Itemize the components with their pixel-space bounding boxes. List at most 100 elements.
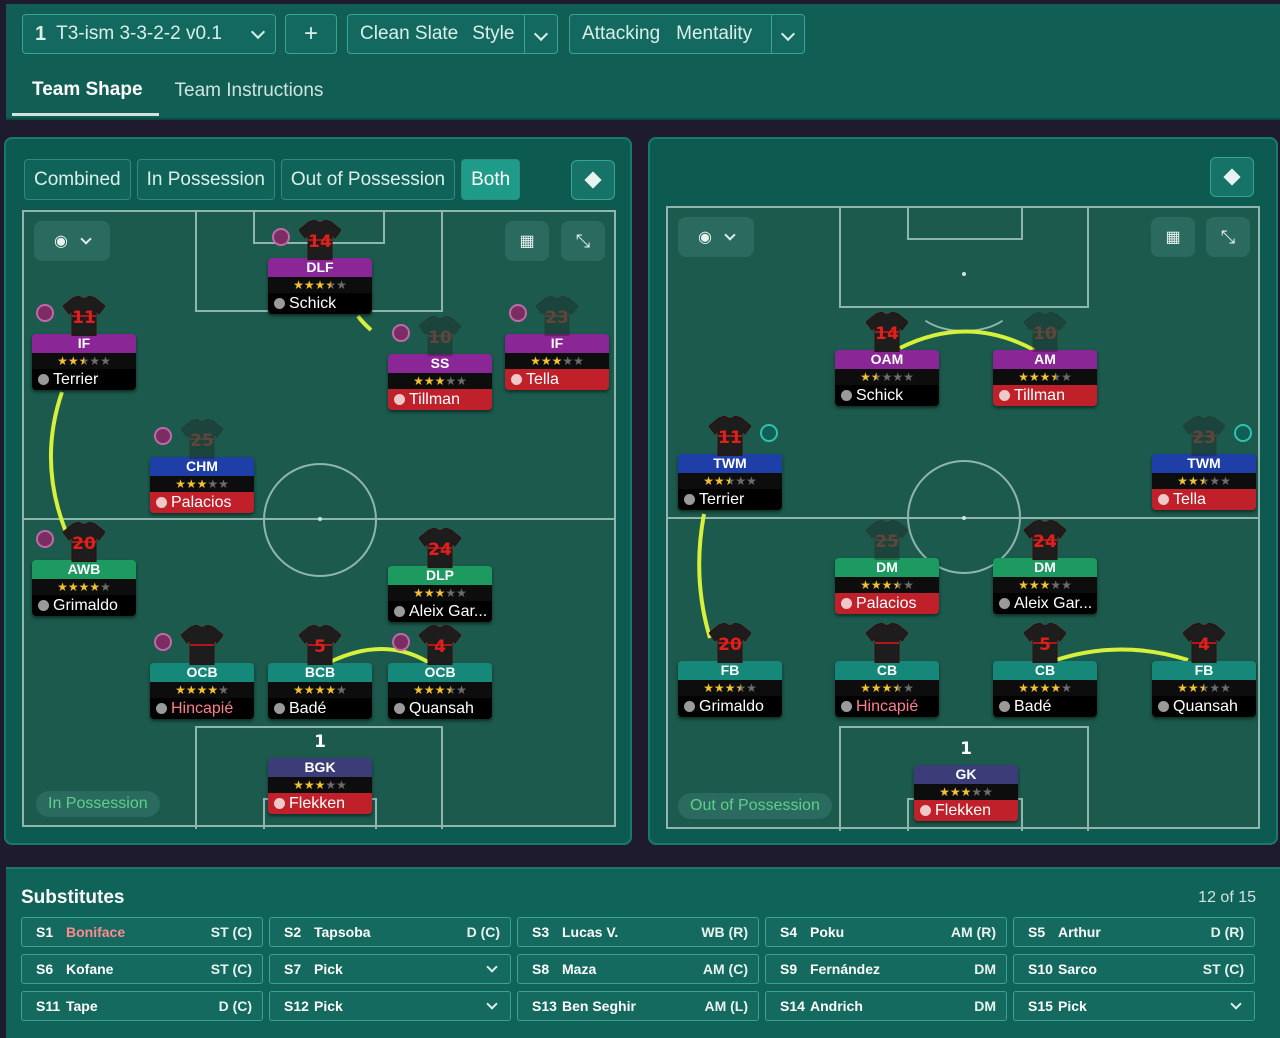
role-rating-stars: ★★★★★ (678, 473, 782, 489)
shirt-icon (865, 622, 909, 664)
tab-team-shape[interactable]: Team Shape (12, 66, 159, 116)
substitute-slot-s1[interactable]: S1 Boniface ST (C) (21, 917, 263, 947)
substitute-slot-s4[interactable]: S4 Poku AM (R) (765, 917, 1007, 947)
player-card[interactable]: 23 TWM ★★★★★ Tella (1152, 415, 1256, 510)
mentality-selector[interactable]: Attacking Mentality (569, 14, 805, 54)
chevron-down-icon (780, 26, 796, 42)
instruction-marker-icon (272, 228, 290, 246)
player-card[interactable]: 10 SS ★★★★★ Tillman (388, 315, 492, 410)
player-avatar-icon (841, 390, 852, 401)
substitute-position: AM (L) (704, 998, 748, 1014)
tab-team-instructions[interactable]: Team Instructions (159, 66, 340, 116)
substitute-name: Kofane (66, 961, 114, 977)
view-mode-in-possession[interactable]: In Possession (136, 159, 275, 200)
in-possession-panel: Combined In Possession Out of Possession… (4, 137, 632, 845)
shirt-icon: 5 (1023, 622, 1067, 664)
view-mode-both[interactable]: Both (461, 159, 521, 200)
expand-button[interactable]: ⤡ (561, 221, 605, 261)
player-avatar-icon (38, 374, 49, 385)
substitute-slot-s7[interactable]: S7 Pick (269, 954, 511, 984)
shirt-icon: 11 (708, 415, 752, 457)
player-card[interactable]: 20 FB ★★★★★ Grimaldo (678, 622, 782, 717)
player-name: Quansah (1173, 698, 1238, 715)
player-card[interactable]: 4 FB ★★★★★ Quansah (1152, 622, 1256, 717)
shirt-icon: 14 (298, 219, 342, 261)
player-card[interactable]: 1 BGK ★★★★★ Flekken (268, 732, 372, 814)
expand-button[interactable]: ⤡ (1206, 217, 1250, 257)
player-card[interactable]: 24 DM ★★★★★ Aleix Gar... (993, 519, 1097, 614)
substitute-name: Arthur (1058, 924, 1101, 940)
substitute-slot-s12[interactable]: S12 Pick (269, 991, 511, 1021)
player-role: OCB (388, 663, 492, 682)
shirt-number: 5 (1039, 635, 1051, 655)
player-card[interactable]: 23 IF ★★★★★ Tella (505, 295, 609, 390)
substitute-slot-s15[interactable]: S15 Pick (1013, 991, 1255, 1021)
role-rating-stars: ★★★★★ (150, 682, 254, 698)
formation-toggle-button[interactable] (1210, 157, 1254, 197)
player-card[interactable]: 25 DM ★★★★★ Palacios (835, 519, 939, 614)
substitute-slot-s11[interactable]: S11 Tape D (C) (21, 991, 263, 1021)
visibility-toggle[interactable]: ◉ (678, 217, 754, 257)
pitch-in-possession: ◉ ▦ ⤡ In Possession 14 DLF ★★★★★ Schick … (22, 210, 616, 829)
player-name: Tella (526, 371, 559, 388)
add-tactic-button[interactable]: + (285, 14, 337, 54)
substitute-slot-s3[interactable]: S3 Lucas V. WB (R) (517, 917, 759, 947)
substitute-slot-label: S6 (36, 961, 54, 977)
view-mode-combined[interactable]: Combined (24, 159, 131, 200)
substitute-slot-s2[interactable]: S2 Tapsoba D (C) (269, 917, 511, 947)
player-role: GK (914, 765, 1018, 784)
formation-toggle-button[interactable] (571, 160, 615, 200)
player-role: DM (993, 558, 1097, 577)
player-role: BGK (268, 758, 372, 777)
visibility-toggle[interactable]: ◉ (34, 221, 110, 261)
player-card[interactable]: 10 AM ★★★★★ Tillman (993, 311, 1097, 406)
shirt-icon: 23 (535, 295, 579, 337)
view-mode-out-of-possession[interactable]: Out of Possession (280, 159, 456, 200)
player-card[interactable]: 1 GK ★★★★★ Flekken (914, 739, 1018, 821)
player-role: FB (1152, 661, 1256, 680)
player-card[interactable]: 24 DLP ★★★★★ Aleix Gar... (388, 527, 492, 622)
shirt-icon: 5 (298, 624, 342, 666)
player-role: AWB (32, 560, 136, 579)
substitute-slot-label: S7 (284, 961, 302, 977)
player-name: Grimaldo (53, 597, 118, 614)
player-avatar-icon (841, 598, 852, 609)
player-card[interactable]: OCB ★★★★★ Hincapié (150, 624, 254, 719)
player-card[interactable]: 11 IF ★★★★★ Terrier (32, 295, 136, 390)
tactic-number: 1 (35, 22, 47, 45)
substitute-position: DM (974, 961, 996, 977)
shirt-icon (180, 624, 224, 666)
style-label: Style (472, 23, 515, 44)
substitute-slot-s13[interactable]: S13 Ben Seghir AM (L) (517, 991, 759, 1021)
substitute-slot-s5[interactable]: S5 Arthur D (R) (1013, 917, 1255, 947)
player-card[interactable]: 5 BCB ★★★★★ Badé (268, 624, 372, 719)
eye-icon: ◉ (54, 233, 68, 250)
player-name: Flekken (289, 795, 346, 812)
shirt-number: 24 (428, 540, 452, 560)
role-rating-stars: ★★★★★ (388, 682, 492, 698)
player-card[interactable]: 14 OAM ★★★★★ Schick (835, 311, 939, 406)
substitute-slot-s6[interactable]: S6 Kofane ST (C) (21, 954, 263, 984)
player-avatar-icon (684, 494, 695, 505)
instruction-marker-icon (36, 304, 54, 322)
player-card[interactable]: 20 AWB ★★★★★ Grimaldo (32, 521, 136, 616)
player-card[interactable]: CB ★★★★★ Hincapié (835, 622, 939, 717)
substitute-slot-s14[interactable]: S14 Andrich DM (765, 991, 1007, 1021)
player-avatar-icon (394, 394, 405, 405)
player-role: IF (32, 334, 136, 353)
player-card[interactable]: 25 CHM ★★★★★ Palacios (150, 418, 254, 513)
tactic-selector[interactable]: 1 T3-ism 3-3-2-2 v0.1 (22, 14, 276, 54)
player-card[interactable]: 5 CB ★★★★★ Badé (993, 622, 1097, 717)
player-card[interactable]: 11 TWM ★★★★★ Terrier (678, 415, 782, 510)
player-avatar-icon (999, 701, 1010, 712)
grid-view-button[interactable]: ▦ (505, 221, 549, 261)
substitute-slot-s9[interactable]: S9 Fernández DM (765, 954, 1007, 984)
substitute-slot-s10[interactable]: S10 Sarco ST (C) (1013, 954, 1255, 984)
grid-view-button[interactable]: ▦ (1151, 217, 1195, 257)
substitute-slot-s8[interactable]: S8 Maza AM (C) (517, 954, 759, 984)
player-card[interactable]: 4 OCB ★★★★★ Quansah (388, 624, 492, 719)
player-name: Terrier (53, 371, 99, 388)
style-selector[interactable]: Clean Slate Style (347, 14, 558, 54)
player-card[interactable]: 14 DLF ★★★★★ Schick (268, 219, 372, 314)
substitute-slot-label: S9 (780, 961, 798, 977)
